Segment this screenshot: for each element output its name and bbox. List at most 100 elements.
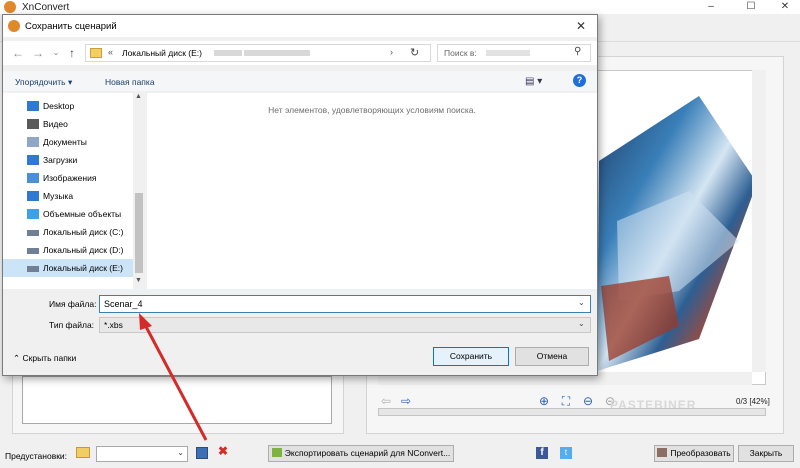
preview-vertical-scrollbar[interactable] [752,70,766,372]
nav-item-label: Объемные объекты [43,209,122,219]
filetype-value: *.xbs [104,320,123,330]
nav-item-downloads[interactable]: Загрузки [3,151,133,169]
next-arrow-icon[interactable]: ⇨ [398,394,414,408]
nav-item-drive-c[interactable]: Локальный диск (C:) [3,223,133,241]
downloads-icon [27,155,39,165]
nav-item-label: Видео [43,119,68,129]
maximize-button[interactable]: ☐ [736,0,766,14]
fit-to-window-icon[interactable]: ⛶ [558,394,574,408]
convert-button[interactable]: Преобразовать [654,445,734,462]
zoom-out-icon[interactable]: ⊖ [580,394,596,408]
dialog-titlebar: Сохранить сценарий ✕ [3,15,597,37]
nav-item-label: Музыка [43,191,74,201]
nav-item-documents[interactable]: Документы [3,133,133,151]
filename-field[interactable]: Scenar_4 ⌄ [99,295,591,313]
refresh-icon[interactable]: ↻ [410,46,419,59]
filename-value: Scenar_4 [104,299,143,309]
music-icon [27,191,39,201]
actions-list[interactable] [22,376,332,424]
pictures-icon [27,173,39,183]
close-window-button[interactable]: ✕ [770,0,800,14]
scroll-up-icon[interactable]: ▲ [135,93,142,100]
nav-item-label: Документы [43,137,87,147]
presets-dropdown[interactable]: ⌄ [96,446,188,462]
main-titlebar: XnConvert – ☐ ✕ [0,0,800,14]
filename-label: Имя файла: [49,299,97,309]
address-drive[interactable]: Локальный диск (E:) [122,48,202,58]
change-view-icon[interactable]: ▤ ▾ [525,76,542,87]
folder-icon [90,48,102,58]
file-list-pane[interactable]: Нет элементов, удовлетворяющих условиям … [147,93,597,289]
delete-preset-icon[interactable]: ✖ [218,444,228,458]
documents-icon [27,137,39,147]
nav-item-videos[interactable]: Видео [3,115,133,133]
nav-item-3d-objects[interactable]: Объемные объекты [3,205,133,223]
drive-d-icon [27,248,39,254]
save-preset-icon[interactable] [196,447,208,459]
export-nconvert-button[interactable]: Экспортировать сценарий для NConvert... [268,445,454,462]
nav-item-drive-d[interactable]: Локальный диск (D:) [3,241,133,259]
filetype-dropdown[interactable]: *.xbs ⌄ [99,317,591,333]
nav-item-label: Desktop [43,101,75,111]
empty-results-message: Нет элементов, удовлетворяющих условиям … [268,105,476,115]
zoom-in-icon[interactable]: ⊕ [536,394,552,408]
address-row: ← → ⌄ ↑ « Локальный диск (E:) › ↻ Поиск … [3,41,597,65]
search-input[interactable]: Поиск в: ⚲ [437,44,591,62]
minimize-button[interactable]: – [696,0,726,14]
up-arrow-icon[interactable]: ↑ [65,45,79,61]
preview-slider[interactable] [378,408,766,416]
facebook-icon[interactable]: f [536,447,548,459]
back-arrow-icon[interactable]: ← [11,45,25,61]
twitter-icon[interactable]: t [560,447,572,459]
address-redacted-segment [214,50,242,56]
navigation-pane: Desktop Видео Документы Загрузки Изображ… [3,93,145,289]
address-overflow[interactable]: « [108,47,113,57]
convert-icon [657,448,668,457]
scroll-thumb[interactable] [135,193,143,273]
search-icon[interactable]: ⚲ [574,46,581,57]
nav-item-music[interactable]: Музыка [3,187,133,205]
filetype-label: Тип файла: [49,320,95,330]
chevron-down-icon[interactable]: ⌄ [578,298,585,307]
organize-menu[interactable]: Упорядочить ▾ [15,77,72,88]
command-bar: Упорядочить ▾ Новая папка ▤ ▾ ? [3,71,597,91]
address-redacted-segment [244,50,310,56]
zoom-readout: 0/3 [42%] [736,397,770,406]
dialog-close-button[interactable]: ✕ [569,17,593,35]
nav-item-label: Локальный диск (E:) [43,263,123,273]
search-redacted-text [486,50,530,56]
search-placeholder: Поиск в: [444,48,477,58]
save-button[interactable]: Сохранить [433,347,509,366]
address-bar[interactable]: « Локальный диск (E:) › ↻ [85,44,431,62]
open-preset-folder-icon[interactable] [76,447,90,458]
recent-locations-chevron-icon[interactable]: ⌄ [49,45,63,61]
chevron-down-icon: ⌄ [578,319,585,328]
save-scenario-dialog: Сохранить сценарий ✕ ← → ⌄ ↑ « Локальный… [2,14,598,376]
main-window-title: XnConvert [22,2,70,13]
nav-item-desktop[interactable]: Desktop [3,97,133,115]
hide-folders-toggle[interactable]: ⌃ Скрыть папки [13,353,76,364]
nav-item-drive-e[interactable]: Локальный диск (E:) [3,259,133,277]
dialog-title: Сохранить сценарий [25,21,117,32]
drive-c-icon [27,230,39,236]
video-icon [27,119,39,129]
address-dropdown-chevron[interactable]: › [390,47,393,57]
3d-objects-icon [27,209,39,219]
desktop-icon [27,101,39,111]
nav-item-pictures[interactable]: Изображения [3,169,133,187]
xnconvert-logo-icon [8,20,20,32]
new-folder-button[interactable]: Новая папка [105,77,155,87]
nav-item-label: Локальный диск (D:) [43,245,124,255]
export-icon [271,448,282,457]
drive-e-icon [27,266,39,272]
cancel-button[interactable]: Отмена [515,347,589,366]
forward-arrow-icon[interactable]: → [31,45,45,61]
scroll-down-icon[interactable]: ▼ [135,277,142,284]
nav-item-label: Изображения [43,173,97,183]
help-icon[interactable]: ? [573,74,586,87]
presets-label: Предустановки: [5,451,68,461]
navigation-scrollbar[interactable]: ▲ ▼ [133,93,145,289]
chevron-down-icon: ⌄ [177,448,184,457]
prev-arrow-icon[interactable]: ⇦ [378,394,394,408]
close-button[interactable]: Закрыть [738,445,794,462]
